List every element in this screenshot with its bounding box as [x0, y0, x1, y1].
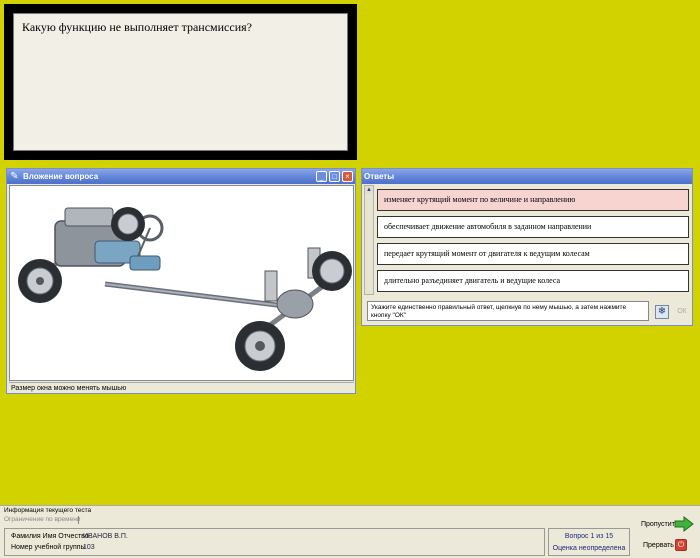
- ok-button[interactable]: ОК: [674, 305, 690, 319]
- front-right-wheel: [111, 207, 145, 241]
- question-panel: Какую функцию не выполняет трансмиссия?: [13, 13, 348, 151]
- minimize-button[interactable]: _: [316, 171, 327, 182]
- front-left-wheel: [18, 259, 62, 303]
- answers-scrollbar[interactable]: ▲: [364, 185, 374, 295]
- skip-arrow-icon[interactable]: [674, 516, 694, 532]
- answers-window-title: Ответы: [364, 172, 395, 181]
- question-frame: Какую функцию не выполняет трансмиссия?: [4, 4, 357, 160]
- answer-option-2[interactable]: обеспечивает движение автомобиля в задан…: [377, 216, 689, 238]
- test-info-bar: Информация текущего теста Ограничение по…: [0, 505, 700, 558]
- fio-label: Фамилия Имя Отчество: [11, 533, 89, 540]
- answer-option-4[interactable]: длительно разъединяет двигатель и ведущи…: [377, 270, 689, 292]
- question-progress: Вопрос 1 из 15: [564, 533, 614, 540]
- question-text: Какую функцию не выполняет трансмиссия?: [22, 20, 252, 34]
- answers-window[interactable]: Ответы ▲ изменяет крутящий момент по вел…: [361, 168, 693, 326]
- car-chassis-illustration: [18, 207, 352, 371]
- group-value: 103: [83, 544, 95, 551]
- scroll-up-icon[interactable]: ▲: [365, 186, 373, 194]
- maximize-button[interactable]: □: [329, 171, 340, 182]
- attachment-icon: ✎: [10, 171, 19, 182]
- progress-box: Вопрос 1 из 15 Оценка неопределена: [548, 528, 630, 556]
- student-info-box: Фамилия Имя Отчество ИВАНОВ В.П. Номер у…: [4, 528, 545, 556]
- image-window-status: Размер окна можно менять мышью: [9, 382, 354, 393]
- image-window-title: Вложение вопроса: [23, 172, 99, 181]
- snowflake-icon[interactable]: ❄: [655, 305, 669, 319]
- close-button[interactable]: ×: [342, 171, 353, 182]
- image-attachment-window[interactable]: ✎ Вложение вопроса _ □ × Размер окна мож…: [6, 168, 356, 394]
- answer-option-3[interactable]: передает крутящий момент от двигателя к …: [377, 243, 689, 265]
- answer-option-1[interactable]: изменяет крутящий момент по величине и н…: [377, 189, 689, 211]
- chassis-image: [9, 185, 354, 381]
- stop-power-icon[interactable]: ⏻: [675, 539, 687, 551]
- skip-label[interactable]: Пропустить: [641, 521, 679, 528]
- group-label: Номер учебной группы: [11, 544, 86, 551]
- image-window-titlebar[interactable]: ✎ Вложение вопроса _ □ ×: [7, 169, 355, 184]
- stop-label[interactable]: Прервать: [643, 542, 674, 549]
- info-title: Информация текущего теста: [4, 507, 92, 514]
- divider: [78, 516, 79, 524]
- answers-window-titlebar[interactable]: Ответы: [362, 169, 692, 184]
- rear-left-wheel: [235, 321, 285, 371]
- rear-right-wheel: [312, 251, 352, 291]
- time-limit-label: Ограничение по времени: [4, 516, 81, 523]
- fio-value: ИВАНОВ В.П.: [83, 533, 128, 540]
- instruction-hint: Укажите единственно правильный ответ, ще…: [367, 301, 649, 321]
- grade-status: Оценка неопределена: [552, 545, 626, 552]
